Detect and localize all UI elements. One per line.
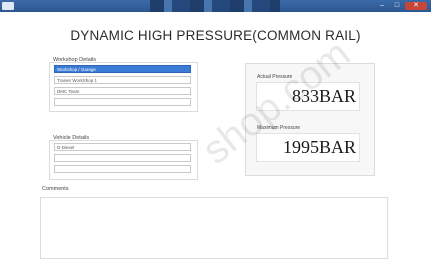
workshop-extra-field[interactable] [54,98,191,106]
actual-pressure-label: Actual Pressure [257,74,293,80]
app-icon [2,2,14,10]
maximum-pressure-label: Maximum Pressure [257,125,301,131]
vehicle-model-field[interactable] [54,154,191,162]
workshop-trainer-field[interactable]: Trainer WorkShop 1 [54,76,191,84]
titlebar-decoration [150,0,280,12]
maximum-pressure-readout: 1995BAR [256,133,360,162]
window-titlebar: – □ ✕ [0,0,431,12]
workshop-name-field[interactable]: Workshop / Garage [54,65,191,73]
vehicle-extra-field[interactable] [54,165,191,173]
minimize-icon[interactable]: – [375,2,389,10]
page-title: DYNAMIC HIGH PRESSURE(COMMON RAIL) [70,28,361,43]
close-icon[interactable]: ✕ [405,2,427,10]
comments-textarea[interactable] [40,197,388,259]
vehicle-fuel-field[interactable]: D-Diesel [54,143,191,151]
actual-pressure-readout: 833BAR [256,82,360,111]
comments-label: Comments [42,186,69,192]
workshop-team-field[interactable]: DMC Team [54,87,191,95]
maximize-icon[interactable]: □ [390,2,404,10]
